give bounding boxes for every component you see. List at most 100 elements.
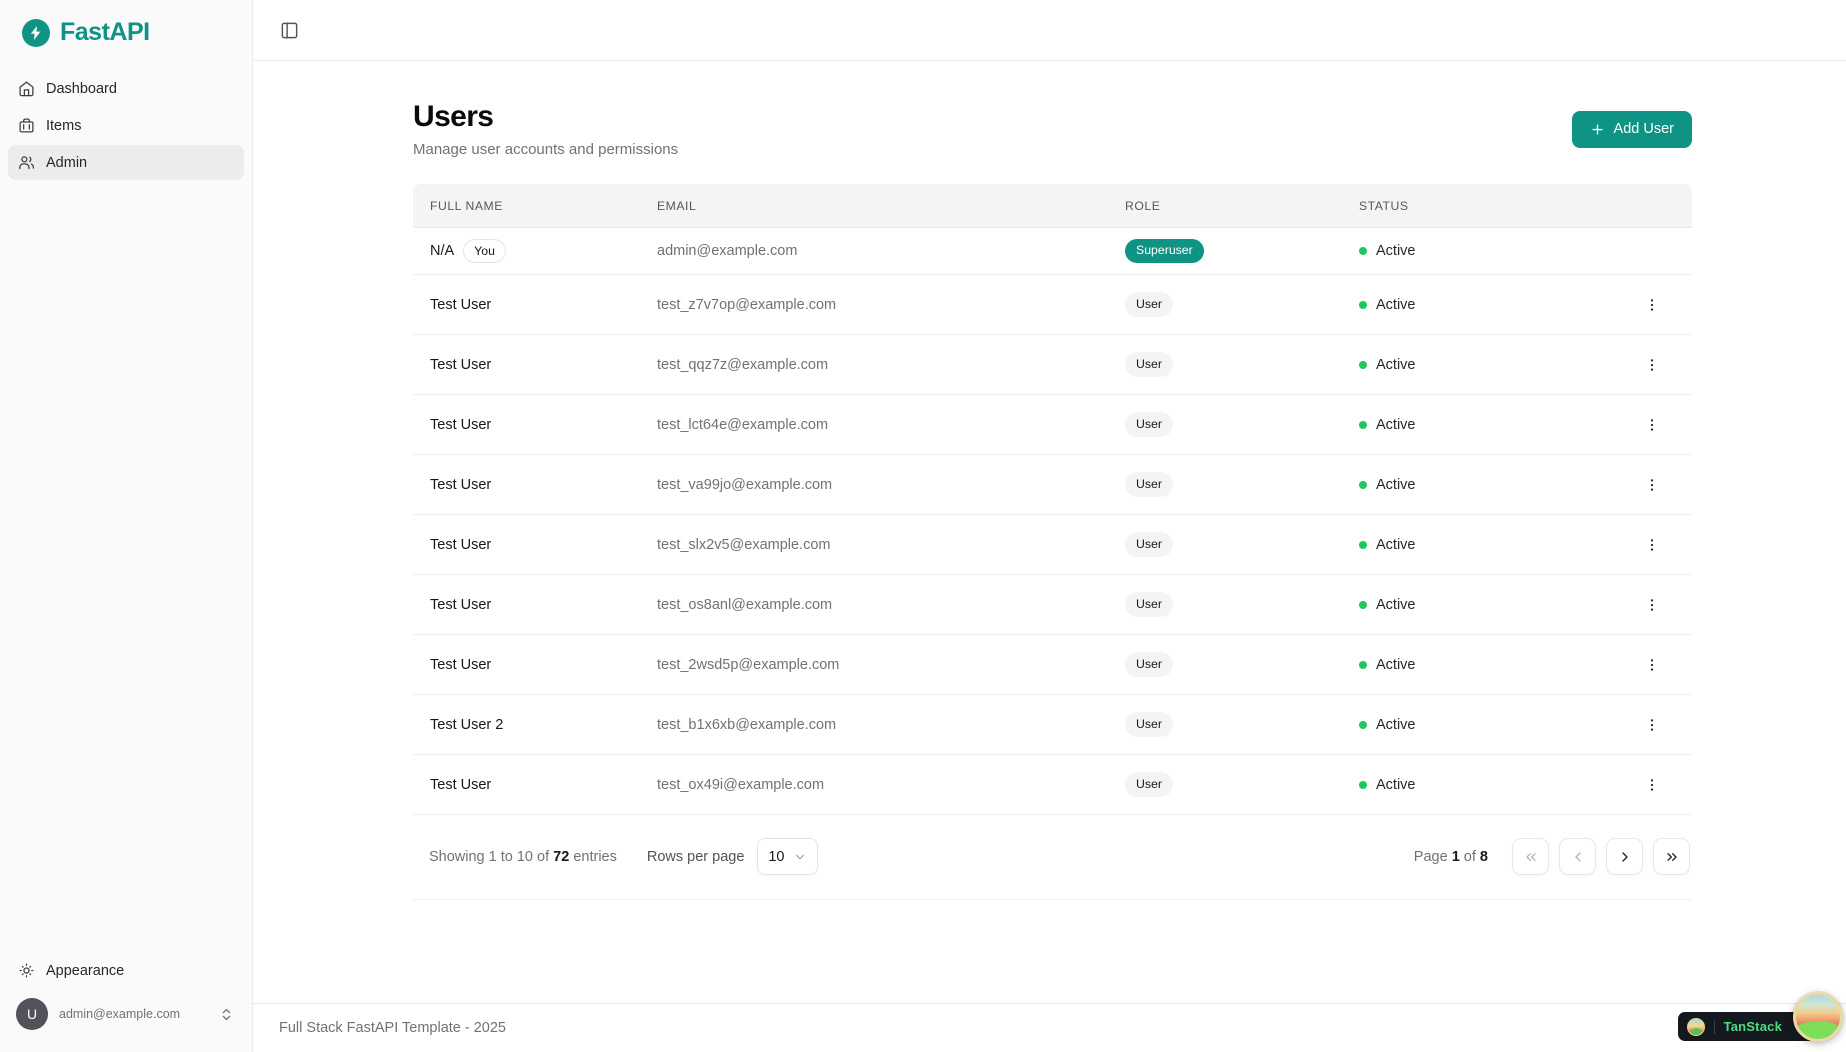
column-header-status: STATUS (1345, 184, 1558, 228)
more-vertical-icon (1644, 717, 1660, 733)
role-badge: User (1125, 712, 1173, 737)
table-row: Test Usertest_z7v7op@example.comUserActi… (413, 275, 1692, 335)
plus-icon (1590, 122, 1605, 137)
more-vertical-icon (1644, 417, 1660, 433)
status-badge: Active (1359, 777, 1544, 793)
user-email-cell: test_va99jo@example.com (643, 455, 1111, 515)
rows-per-page-value: 10 (768, 849, 784, 865)
you-badge: You (463, 239, 506, 263)
chevrons-right-icon (1664, 849, 1680, 865)
users-icon (18, 154, 35, 171)
column-header-role: ROLE (1111, 184, 1345, 228)
previous-page-button[interactable] (1559, 838, 1596, 875)
user-full-name: N/A (430, 243, 454, 259)
user-full-name: Test User (430, 777, 491, 793)
footer-text: Full Stack FastAPI Template - 2025 (279, 1020, 506, 1036)
user-full-name: Test User (430, 537, 491, 553)
pagination-bar: Showing 1 to 10 of 72 entries Rows per p… (413, 815, 1692, 900)
page-subtitle: Manage user accounts and permissions (413, 141, 678, 158)
row-actions-menu-button[interactable] (1638, 411, 1666, 439)
user-menu-button[interactable]: U admin@example.com (8, 988, 244, 1044)
sidebar-nav: Dashboard Items Admin (0, 61, 252, 180)
rows-per-page-select[interactable]: 10 (757, 838, 818, 875)
user-email: admin@example.com (59, 1007, 208, 1021)
sun-icon (18, 962, 35, 979)
row-actions-menu-button[interactable] (1638, 351, 1666, 379)
status-active-dot-icon (1359, 541, 1367, 549)
role-badge: User (1125, 472, 1173, 497)
status-badge: Active (1359, 717, 1544, 733)
page-title: Users (413, 100, 678, 134)
showing-entries-text: Showing 1 to 10 of 72 entries (429, 849, 617, 865)
user-email-cell: test_b1x6xb@example.com (643, 695, 1111, 755)
total-entries: 72 (553, 849, 569, 865)
appearance-menu-item[interactable]: Appearance (8, 953, 244, 988)
status-active-dot-icon (1359, 301, 1367, 309)
table-row: Test Usertest_lct64e@example.comUserActi… (413, 395, 1692, 455)
user-email-cell: test_z7v7op@example.com (643, 275, 1111, 335)
first-page-button[interactable] (1512, 838, 1549, 875)
user-full-name: Test User (430, 597, 491, 613)
rows-per-page-label: Rows per page (647, 849, 745, 865)
sidebar-toggle-button[interactable] (273, 14, 305, 46)
role-badge: User (1125, 772, 1173, 797)
add-user-button[interactable]: Add User (1572, 111, 1692, 148)
sidebar-item-admin[interactable]: Admin (8, 145, 244, 180)
last-page-button[interactable] (1653, 838, 1690, 875)
status-active-dot-icon (1359, 361, 1367, 369)
status-badge: Active (1359, 357, 1544, 373)
table-row: Test Usertest_qqz7z@example.comUserActiv… (413, 335, 1692, 395)
table-header-row: FULL NAME EMAIL ROLE STATUS (413, 184, 1692, 228)
sidebar: FastAPI Dashboard Items Admin Appearance (0, 0, 253, 1052)
app-window: FastAPI Dashboard Items Admin Appearance (0, 0, 1846, 1052)
column-header-full-name: FULL NAME (413, 184, 643, 228)
sidebar-item-items[interactable]: Items (8, 108, 244, 143)
next-page-button[interactable] (1606, 838, 1643, 875)
status-badge: Active (1359, 297, 1544, 313)
role-badge: User (1125, 352, 1173, 377)
row-actions-menu-button[interactable] (1638, 771, 1666, 799)
chevrons-left-icon (1523, 849, 1539, 865)
chevrons-up-down-icon (219, 1007, 234, 1022)
tanstack-devtools-toggle-button[interactable] (1793, 992, 1843, 1042)
more-vertical-icon (1644, 597, 1660, 613)
user-full-name: Test User (430, 357, 491, 373)
users-table: FULL NAME EMAIL ROLE STATUS N/A You admin@… (413, 184, 1692, 815)
avatar: U (16, 998, 48, 1030)
more-vertical-icon (1644, 477, 1660, 493)
more-vertical-icon (1644, 537, 1660, 553)
row-actions-menu-button[interactable] (1638, 471, 1666, 499)
row-actions-menu-button[interactable] (1638, 531, 1666, 559)
add-user-label: Add User (1614, 121, 1674, 137)
brand-logo: FastAPI (0, 0, 252, 61)
sidebar-item-label: Items (46, 118, 81, 134)
role-badge: Superuser (1125, 239, 1204, 264)
user-email-cell: test_lct64e@example.com (643, 395, 1111, 455)
user-email-cell: test_os8anl@example.com (643, 575, 1111, 635)
chevron-right-icon (1617, 849, 1633, 865)
status-active-dot-icon (1359, 247, 1367, 255)
role-badge: User (1125, 412, 1173, 437)
divider (1714, 1020, 1715, 1034)
main-area: Users Manage user accounts and permissio… (253, 0, 1846, 1052)
appearance-label: Appearance (46, 963, 124, 979)
row-actions-menu-button[interactable] (1638, 651, 1666, 679)
status-badge: Active (1359, 657, 1544, 673)
role-badge: User (1125, 592, 1173, 617)
row-actions-menu-button[interactable] (1638, 711, 1666, 739)
row-actions-menu-button[interactable] (1638, 291, 1666, 319)
table-row: Test Usertest_2wsd5p@example.comUserActi… (413, 635, 1692, 695)
app-footer: Full Stack FastAPI Template - 2025 (253, 1003, 1846, 1052)
table-row: Test User 2test_b1x6xb@example.comUserAc… (413, 695, 1692, 755)
table-row: Test User test_os8anl@example.com User Acti… (413, 575, 1692, 635)
user-full-name: Test User (430, 417, 491, 433)
more-vertical-icon (1644, 777, 1660, 793)
user-full-name: Test User (430, 297, 491, 313)
user-email-cell: admin@example.com (643, 228, 1111, 275)
table-row: Test Usertest_ox49i@example.comUserActiv… (413, 755, 1692, 815)
row-actions-menu-button[interactable] (1638, 591, 1666, 619)
briefcase-icon (18, 117, 35, 134)
page-info: Page 1 of 8 (1414, 849, 1488, 865)
status-badge: Active (1359, 597, 1544, 613)
sidebar-item-dashboard[interactable]: Dashboard (8, 71, 244, 106)
